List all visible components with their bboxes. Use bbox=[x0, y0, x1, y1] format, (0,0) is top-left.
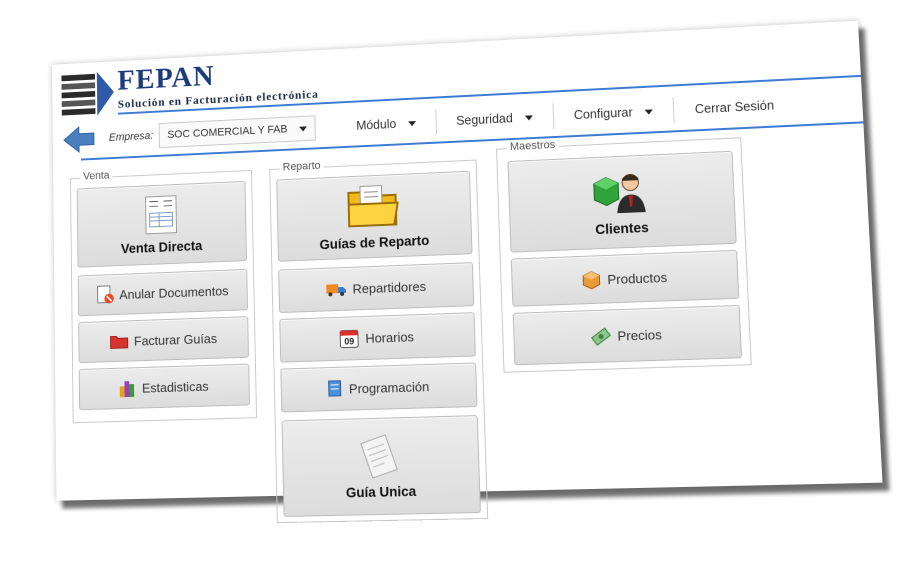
empresa-value: SOC COMERCIAL Y FAB bbox=[167, 123, 288, 141]
chevron-down-icon bbox=[298, 125, 307, 132]
reparto-legend: Reparto bbox=[279, 159, 324, 174]
estadisticas-button[interactable]: Estadisticas bbox=[78, 363, 250, 411]
back-arrow-icon[interactable] bbox=[62, 124, 96, 154]
estadisticas-label: Estadisticas bbox=[141, 378, 209, 396]
repartidores-label: Repartidores bbox=[352, 278, 427, 297]
chevron-down-icon bbox=[644, 108, 654, 115]
document-cancel-icon bbox=[97, 285, 114, 305]
guia-unica-label: Guía Unica bbox=[345, 483, 417, 500]
client-user-icon bbox=[591, 167, 650, 216]
menu-configurar[interactable]: Configurar bbox=[553, 97, 675, 130]
logout-label: Cerrar Sesión bbox=[694, 98, 775, 117]
clientes-label: Clientes bbox=[594, 219, 650, 237]
maestros-legend: Maestros bbox=[506, 138, 559, 154]
facturar-guias-button[interactable]: Facturar Guías bbox=[78, 316, 250, 364]
empresa-label: Empresa: bbox=[108, 130, 154, 144]
anular-documentos-label: Anular Documentos bbox=[119, 282, 229, 302]
productos-label: Productos bbox=[607, 269, 668, 287]
guias-de-reparto-button[interactable]: Guías de Reparto bbox=[276, 170, 473, 262]
red-folder-icon bbox=[109, 332, 128, 350]
menu-modulo-label: Módulo bbox=[356, 117, 397, 133]
receipt-icon bbox=[358, 433, 403, 479]
chevron-down-icon bbox=[524, 114, 533, 121]
logo-icon bbox=[61, 70, 115, 116]
calendar-icon: 09 bbox=[340, 328, 360, 349]
menu-configurar-label: Configurar bbox=[573, 105, 633, 123]
box-icon bbox=[581, 269, 602, 290]
logout-link[interactable]: Cerrar Sesión bbox=[674, 91, 796, 123]
anular-documentos-button[interactable]: Anular Documentos bbox=[77, 268, 249, 317]
guia-unica-button[interactable]: Guía Unica bbox=[281, 415, 481, 517]
screenshot-stage: FEPAN Solución en Facturación electrónic… bbox=[0, 0, 923, 567]
venta-directa-button[interactable]: Venta Directa bbox=[76, 180, 248, 268]
repartidores-button[interactable]: Repartidores bbox=[278, 262, 475, 314]
delivery-truck-icon bbox=[325, 281, 347, 298]
folder-icon bbox=[346, 182, 400, 230]
horarios-label: Horarios bbox=[365, 328, 415, 346]
precios-label: Precios bbox=[617, 326, 663, 344]
facturar-guias-label: Facturar Guías bbox=[133, 330, 218, 349]
programacion-button[interactable]: Programación bbox=[280, 362, 478, 413]
clientes-button[interactable]: Clientes bbox=[507, 150, 737, 253]
maestros-group: Maestros Clientes Productos Precios bbox=[496, 137, 752, 373]
horarios-button[interactable]: 09 Horarios bbox=[279, 312, 476, 363]
reparto-group: Reparto Guías de Reparto Repartidores 09… bbox=[269, 159, 489, 524]
money-icon bbox=[590, 326, 611, 347]
venta-group: Venta Venta Directa Anular Documentos Fa… bbox=[70, 169, 258, 424]
productos-button[interactable]: Productos bbox=[510, 249, 740, 307]
menu-seguridad[interactable]: Seguridad bbox=[436, 103, 555, 135]
bar-chart-icon bbox=[119, 378, 136, 398]
schedule-list-icon bbox=[327, 380, 343, 398]
chevron-down-icon bbox=[407, 120, 416, 126]
programacion-label: Programación bbox=[348, 378, 430, 397]
empresa-select[interactable]: SOC COMERCIAL Y FAB bbox=[158, 115, 316, 149]
invoice-icon bbox=[145, 194, 178, 234]
menu-seguridad-label: Seguridad bbox=[456, 111, 514, 128]
precios-button[interactable]: Precios bbox=[512, 304, 743, 366]
app-window: FEPAN Solución en Facturación electrónic… bbox=[52, 20, 883, 524]
brand-title: FEPAN bbox=[117, 59, 215, 97]
guias-de-reparto-label: Guías de Reparto bbox=[319, 232, 430, 252]
venta-legend: Venta bbox=[80, 169, 113, 183]
menu-modulo[interactable]: Módulo bbox=[336, 109, 437, 140]
venta-directa-label: Venta Directa bbox=[120, 237, 203, 256]
svg-text:09: 09 bbox=[345, 336, 355, 347]
